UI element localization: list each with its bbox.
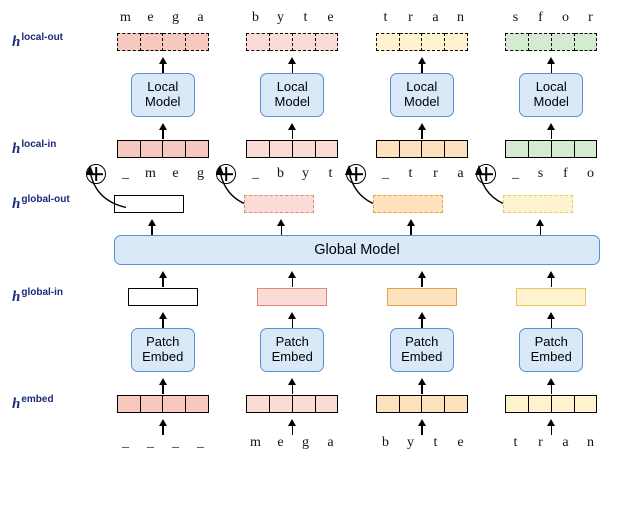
shifted-chars: _byt bbox=[244, 166, 342, 182]
label-embed: hembed bbox=[12, 394, 114, 413]
local-model-box: Local Model bbox=[390, 73, 454, 117]
patch-embed-box: Patch Embed bbox=[519, 328, 583, 372]
local-model-box: Local Model bbox=[131, 73, 195, 117]
plus-icon bbox=[216, 164, 236, 184]
label-local-out: hlocal-out bbox=[12, 32, 114, 51]
h-global-out bbox=[114, 195, 184, 213]
shifted-chars: _meg bbox=[114, 166, 212, 182]
h-global-in bbox=[387, 288, 457, 306]
shifted-chars: _sfo bbox=[504, 166, 602, 182]
label-local-in: hlocal-in bbox=[12, 139, 114, 158]
h-local-in bbox=[246, 140, 338, 158]
h-global-out bbox=[373, 195, 443, 213]
patch-embed-box: Patch Embed bbox=[131, 328, 195, 372]
h-local-in bbox=[376, 140, 468, 158]
local-model-box: Local Model bbox=[260, 73, 324, 117]
h-local-in bbox=[505, 140, 597, 158]
h-local-out bbox=[376, 33, 468, 51]
h-local-out bbox=[505, 33, 597, 51]
h-global-in bbox=[257, 288, 327, 306]
global-model-box: Global Model bbox=[114, 235, 600, 265]
input-chars: ____ bbox=[114, 435, 212, 451]
input-chars: tran bbox=[504, 435, 602, 451]
h-embed bbox=[376, 395, 468, 413]
h-local-out bbox=[117, 33, 209, 51]
output-chars: tran bbox=[374, 10, 472, 26]
h-global-in bbox=[516, 288, 586, 306]
local-model-box: Local Model bbox=[519, 73, 583, 117]
plus-icon bbox=[86, 164, 106, 184]
output-chars: mega bbox=[114, 10, 212, 26]
input-chars: mega bbox=[244, 435, 342, 451]
shifted-chars: _tra bbox=[374, 166, 472, 182]
output-chars: sfor bbox=[504, 10, 602, 26]
plus-icon bbox=[476, 164, 496, 184]
label-global-in: hglobal-in bbox=[12, 287, 114, 306]
h-local-in bbox=[117, 140, 209, 158]
h-local-out bbox=[246, 33, 338, 51]
h-global-out bbox=[244, 195, 314, 213]
h-global-in bbox=[128, 288, 198, 306]
patch-embed-box: Patch Embed bbox=[260, 328, 324, 372]
output-chars: byte bbox=[244, 10, 342, 26]
label-global-out: hglobal-out bbox=[12, 194, 114, 213]
input-chars: byte bbox=[374, 435, 472, 451]
patch-embed-box: Patch Embed bbox=[390, 328, 454, 372]
plus-icon bbox=[346, 164, 366, 184]
h-global-out bbox=[503, 195, 573, 213]
h-embed bbox=[505, 395, 597, 413]
h-embed bbox=[117, 395, 209, 413]
h-embed bbox=[246, 395, 338, 413]
